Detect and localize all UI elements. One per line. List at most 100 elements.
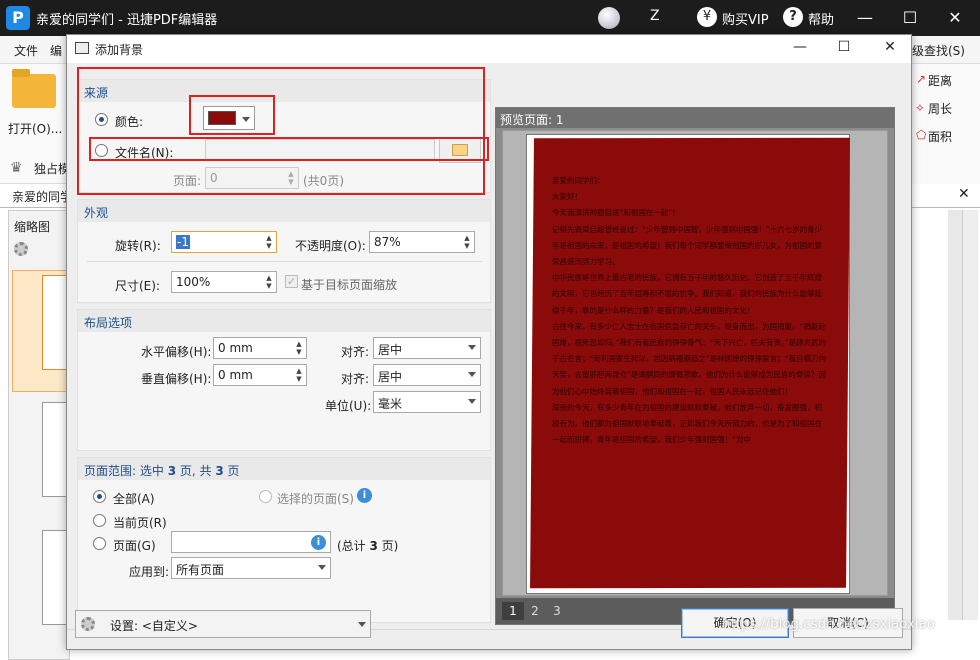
dialog-window-icon <box>75 42 89 54</box>
thumbnail-settings-icon[interactable] <box>14 242 28 256</box>
dialog-minimize-button[interactable]: — <box>789 39 811 59</box>
scale-label: 基于目标页面缩放 <box>301 278 398 292</box>
scale-checkbox[interactable]: ✓ <box>285 275 298 288</box>
yen-icon[interactable]: ¥ <box>697 7 717 27</box>
menu-file[interactable]: 文件 <box>14 42 38 59</box>
h-offset-label: 水平偏移(H): <box>141 345 212 359</box>
help-link[interactable]: 帮助 <box>808 9 834 28</box>
size-value: 100% <box>176 275 211 289</box>
opacity-value: 87% <box>374 235 401 249</box>
dialog-title: 添加背景 <box>95 43 144 57</box>
highlight-source-box <box>77 67 485 195</box>
apply-to-label: 应用到: <box>129 565 170 579</box>
preview-page-2[interactable]: 2 <box>524 602 546 620</box>
size-input[interactable]: 100% ▲ ▼ <box>171 271 277 293</box>
v-offset-value: 0 mm <box>218 368 253 382</box>
open-button-label[interactable]: 打开(O)... <box>8 120 62 137</box>
unit-value: 毫米 <box>378 397 403 411</box>
measure-area[interactable]: 面积 <box>928 128 952 145</box>
buy-vip-link[interactable]: 购买VIP <box>722 9 769 28</box>
info-icon[interactable]: i <box>357 488 372 503</box>
range-pages-radio[interactable] <box>93 537 106 550</box>
area-icon: ⬠ <box>916 128 927 142</box>
chevron-down-icon <box>468 345 476 350</box>
page-range-suffix: 页 <box>223 464 240 478</box>
chevron-down-icon <box>468 399 476 404</box>
exclusive-mode-label[interactable]: 独占模 <box>34 160 70 177</box>
rotate-label: 旋转(R): <box>115 239 161 253</box>
close-tab-icon[interactable]: ✕ <box>958 186 970 202</box>
apply-to-select[interactable]: 所有页面 <box>171 557 331 579</box>
pages-total-suffix: 页) <box>377 539 399 553</box>
preview-page-1[interactable]: 1 <box>502 602 524 620</box>
crown-icon: ♛ <box>10 160 23 176</box>
opacity-input[interactable]: 87% ▲ ▼ <box>369 231 475 253</box>
dialog-close-button[interactable]: ✕ <box>879 39 901 59</box>
v-offset-input[interactable]: 0 mm ▲ ▼ <box>213 364 307 386</box>
thumbnails-title: 缩略图 <box>14 220 51 234</box>
app-minimize-button[interactable]: — <box>852 6 878 30</box>
appearance-header: 外观 <box>78 200 490 222</box>
dialog-maximize-button[interactable]: ☐ <box>833 39 855 59</box>
chevron-down-icon <box>468 372 476 377</box>
range-selected-label: 选择的页面(S) <box>277 492 354 506</box>
align-label-1: 对齐: <box>341 345 370 359</box>
align-select-2[interactable]: 居中 <box>373 364 481 386</box>
account-avatar-icon[interactable] <box>598 7 620 29</box>
range-all-radio[interactable] <box>93 490 106 503</box>
menu-edit[interactable]: 编 <box>50 42 62 59</box>
v-offset-label: 垂直偏移(H): <box>141 372 212 386</box>
spinner-icon[interactable]: ▲ ▼ <box>264 274 274 290</box>
app-title: 亲爱的同学们 - 迅捷PDF编辑器 <box>36 13 218 28</box>
measure-distance[interactable]: 距离 <box>928 72 952 89</box>
align-label-2: 对齐: <box>341 372 370 386</box>
help-icon[interactable]: ? <box>783 7 803 27</box>
spinner-icon[interactable]: ▲ ▼ <box>294 340 304 356</box>
open-folder-icon[interactable] <box>12 69 56 108</box>
unit-select[interactable]: 毫米 <box>373 391 481 413</box>
range-current-label: 当前页(R) <box>113 516 167 530</box>
align-select-1[interactable]: 居中 <box>373 337 481 359</box>
preview-panel: 预览页面: 1 亲爱的同学们： 大家好！ 今天我演讲的题目是“和祖国在一起”！ … <box>495 107 895 625</box>
highlight-color-box <box>189 95 275 135</box>
range-current-radio[interactable] <box>93 514 106 527</box>
chevron-down-icon <box>318 565 326 570</box>
range-pages-total: (总计 3 页) <box>337 537 398 554</box>
dialog-title-bar: 添加背景 — ☐ ✕ <box>67 35 911 63</box>
watermark-text: https://blog.csdn.net/zsxiaoxiao <box>722 617 936 632</box>
page-range-mid: 页, 共 <box>176 464 216 478</box>
align-value-2: 居中 <box>378 370 403 384</box>
app-maximize-button[interactable]: ☐ <box>897 6 923 30</box>
user-initial[interactable]: Z <box>650 8 660 24</box>
perimeter-icon: ⟡ <box>916 100 924 114</box>
document-tab[interactable]: 亲爱的同学 <box>12 188 72 205</box>
highlight-file-box <box>89 137 489 161</box>
page-range-total: 3 <box>215 464 224 478</box>
h-offset-value: 0 mm <box>218 341 253 355</box>
range-all-label: 全部(A) <box>113 492 155 506</box>
spinner-icon[interactable]: ▲ ▼ <box>462 234 472 250</box>
settings-gear-icon <box>81 617 95 631</box>
range-pages-input[interactable] <box>171 531 331 553</box>
dialog-body: 来源 颜色: 文件名(N): 页面: 0 ▲ ▼ (共0页) 外观 旋转(R): -… <box>67 63 911 649</box>
app-logo-icon: P <box>6 6 30 30</box>
preview-page-3[interactable]: 3 <box>546 602 568 620</box>
spinner-icon[interactable]: ▲ ▼ <box>294 367 304 383</box>
vertical-scrollbar[interactable] <box>962 210 978 620</box>
unit-label: 单位(U): <box>325 399 372 413</box>
spinner-icon[interactable]: ▲ ▼ <box>264 234 274 250</box>
preview-document-text: 亲爱的同学们： 大家好！ 今天我演讲的题目是“和祖国在一起”！ 记得先贤梁启超曾… <box>552 176 827 445</box>
range-selected-radio[interactable] <box>259 490 272 503</box>
h-offset-input[interactable]: 0 mm ▲ ▼ <box>213 337 307 359</box>
info-icon[interactable]: i <box>311 535 326 550</box>
pages-total-prefix: (总计 <box>337 539 370 553</box>
range-pages-label: 页面(G) <box>113 539 156 553</box>
measure-perimeter[interactable]: 周长 <box>928 100 952 117</box>
menu-advanced-find[interactable]: 级查找(S) <box>912 42 965 59</box>
apply-to-value: 所有页面 <box>176 563 225 577</box>
add-background-dialog: 添加背景 — ☐ ✕ 来源 颜色: 文件名(N): 页面: 0 ▲ ▼ (共0页) … <box>66 34 912 650</box>
settings-select[interactable]: 设置: <自定义> <box>75 610 371 638</box>
rotate-input[interactable]: -1 ▲ ▼ <box>171 231 277 253</box>
app-close-button[interactable]: ✕ <box>942 6 968 30</box>
page-range-header: 页面范围: 选中 3 页, 共 3 页 <box>78 458 490 480</box>
